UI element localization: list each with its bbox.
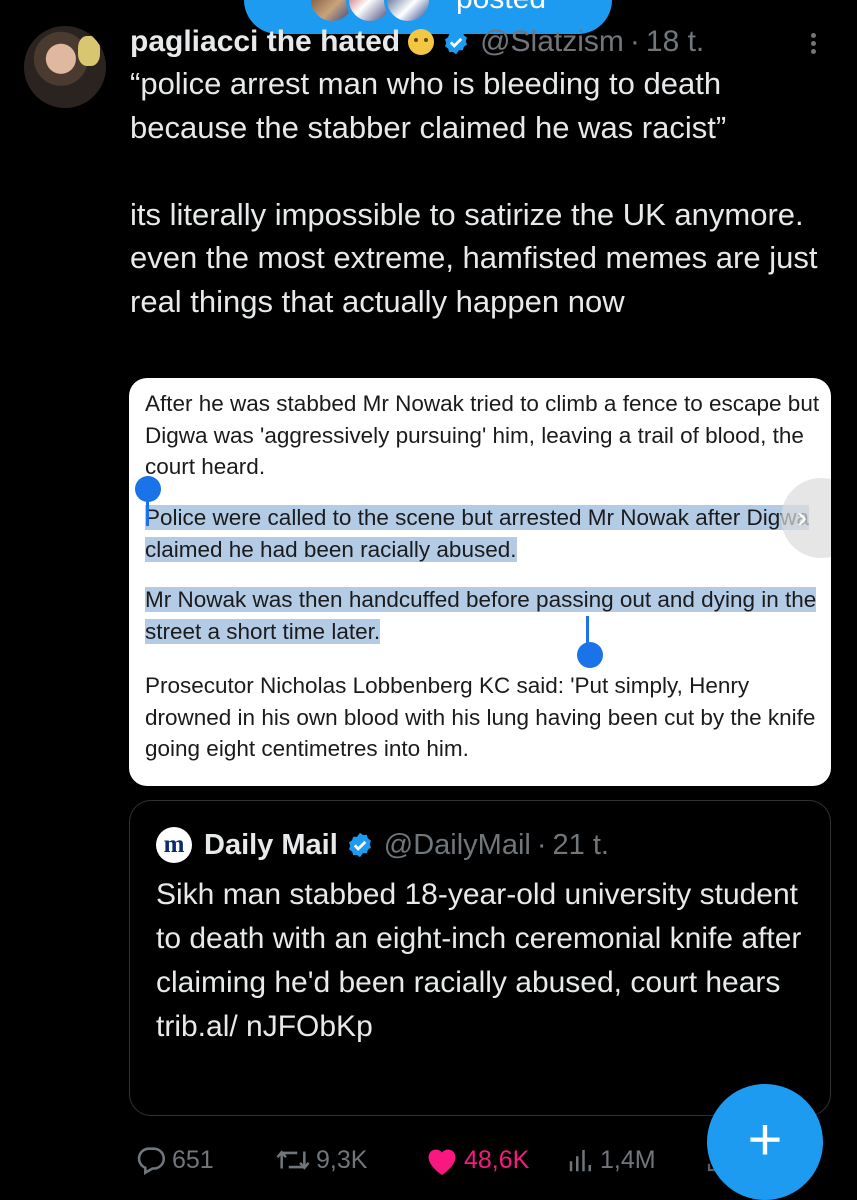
views-icon xyxy=(569,1150,591,1172)
action-bar: 651 9,3K 48,6K 1,4M xyxy=(134,1140,731,1180)
compose-button[interactable]: + xyxy=(707,1084,823,1200)
article-paragraph-selected: Mr Nowak was then handcuffed before pass… xyxy=(145,584,825,647)
tweet-text: “police arrest man who is bleeding to de… xyxy=(130,66,818,319)
quote-display-name: Daily Mail xyxy=(204,828,338,861)
reply-button[interactable]: 651 xyxy=(134,1140,214,1180)
tweet-timestamp[interactable]: 18 t. xyxy=(646,25,704,59)
author-handle[interactable]: @Slatzism xyxy=(480,25,624,59)
author-avatar[interactable] xyxy=(24,26,106,108)
author-display-name[interactable]: pagliacci the hated xyxy=(130,25,400,59)
quote-timestamp: 21 t. xyxy=(552,828,609,861)
quoted-tweet[interactable]: m Daily Mail @DailyMail · 21 t. Sikh man… xyxy=(129,800,831,1116)
article-paragraph: Prosecutor Nicholas Lobbenberg KC said: … xyxy=(145,673,816,761)
selection-end-handle xyxy=(577,642,603,668)
emoji-icon xyxy=(408,29,435,55)
selected-text: Mr Nowak was then handcuffed before pass… xyxy=(145,587,817,644)
repost-icon xyxy=(276,1150,310,1170)
pill-label: posted xyxy=(456,0,546,16)
daily-mail-logo: m xyxy=(156,827,192,863)
tweet-header: pagliacci the hated @Slatzism · 18 t. xyxy=(130,20,830,64)
views-count: 1,4M xyxy=(600,1145,656,1174)
selection-end-line xyxy=(586,616,589,646)
reply-count: 651 xyxy=(172,1145,214,1174)
quote-header: m Daily Mail @DailyMail · 21 t. xyxy=(156,827,609,863)
quote-text: Sikh man stabbed 18-year-old university … xyxy=(156,878,802,1043)
selected-text: Police were called to the scene but arre… xyxy=(145,505,810,562)
views-button[interactable]: 1,4M xyxy=(566,1140,656,1180)
more-icon[interactable] xyxy=(811,30,816,57)
verified-badge-icon xyxy=(348,832,371,858)
like-button[interactable]: 48,6K xyxy=(424,1140,529,1180)
verified-badge-icon[interactable] xyxy=(442,28,470,56)
reply-icon xyxy=(137,1147,166,1176)
article-paragraph-selected: Police were called to the scene but arre… xyxy=(145,502,825,565)
repost-button[interactable]: 9,3K xyxy=(274,1140,367,1180)
like-icon xyxy=(428,1149,456,1175)
like-count: 48,6K xyxy=(464,1145,530,1174)
article-paragraph: After he was stabbed Mr Nowak tried to c… xyxy=(145,391,820,479)
compose-icon: + xyxy=(747,1106,783,1173)
attached-image[interactable]: After he was stabbed Mr Nowak tried to c… xyxy=(129,378,831,786)
quote-handle: @DailyMail xyxy=(383,828,531,861)
separator-dot: · xyxy=(536,828,547,861)
repost-count: 9,3K xyxy=(316,1145,368,1174)
separator-dot: · xyxy=(629,25,640,58)
selection-start-line xyxy=(146,496,149,526)
